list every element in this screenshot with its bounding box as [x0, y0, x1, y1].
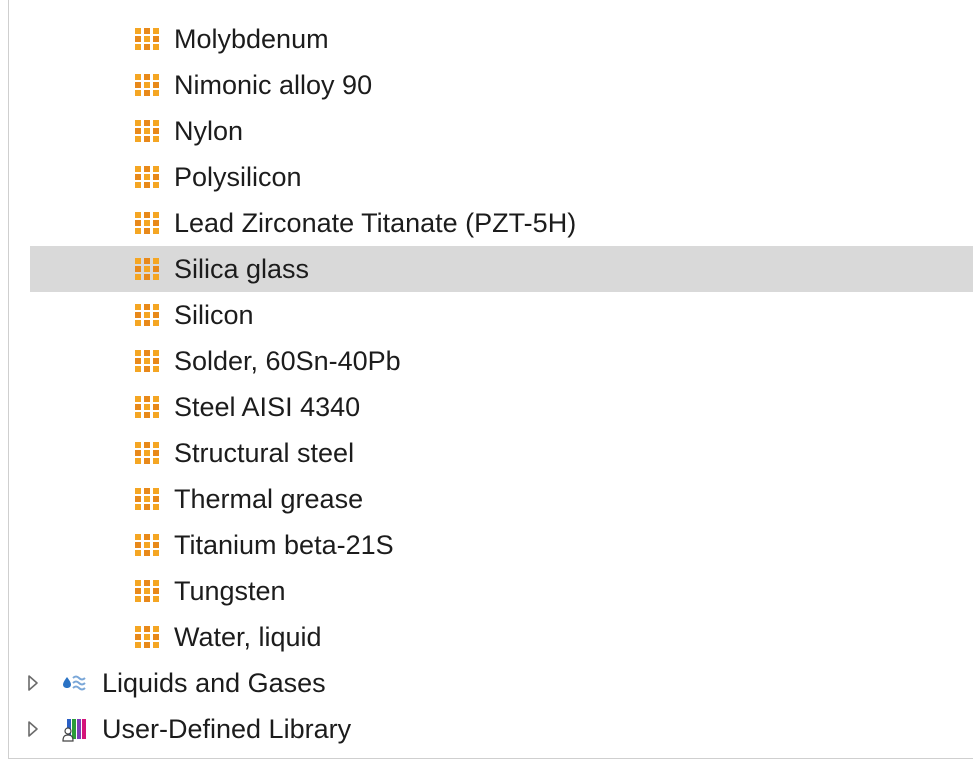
tree-item-molybdenum[interactable]: Molybdenum — [30, 16, 973, 62]
material-block-icon — [135, 488, 159, 510]
tree-item-label: Nimonic alloy 90 — [174, 70, 373, 100]
material-block-icon — [135, 626, 159, 648]
tree-item-thermal-grease[interactable]: Thermal grease — [30, 476, 973, 522]
tree-item-steel-aisi-4340[interactable]: Steel AISI 4340 — [30, 384, 973, 430]
tree-item-label: Molybdenum — [174, 24, 329, 54]
material-block-icon — [135, 534, 159, 556]
tree-item-solder-60sn-40pb[interactable]: Solder, 60Sn-40Pb — [30, 338, 973, 384]
tree-item-pzt-5h[interactable]: Lead Zirconate Titanate (PZT-5H) — [30, 200, 973, 246]
tree-item-label: Silicon — [174, 300, 254, 330]
panel-bottom-border — [8, 758, 973, 759]
user-library-icon — [62, 719, 86, 742]
tree-item-nimonic-alloy-90[interactable]: Nimonic alloy 90 — [30, 62, 973, 108]
tree-folder-user-defined-library[interactable]: User-Defined Library — [8, 706, 973, 752]
tree-item-titanium-beta-21s[interactable]: Titanium beta-21S — [30, 522, 973, 568]
tree-item-label: Structural steel — [174, 438, 355, 468]
material-block-icon — [135, 442, 159, 464]
tree-item-label: Silica glass — [174, 254, 310, 284]
tree-item-tungsten[interactable]: Tungsten — [30, 568, 973, 614]
tree-item-label: Tungsten — [174, 576, 286, 606]
tree-item-silicon[interactable]: Silicon — [30, 292, 973, 338]
material-block-icon — [135, 350, 159, 372]
material-block-icon — [135, 212, 159, 234]
tree-folder-liquids-and-gases[interactable]: Liquids and Gases — [8, 660, 973, 706]
expand-arrow-icon[interactable] — [26, 720, 40, 738]
tree-item-label: Water, liquid — [174, 622, 322, 652]
tree-item-polysilicon[interactable]: Polysilicon — [30, 154, 973, 200]
liquids-gases-icon — [63, 675, 86, 691]
tree-item-label: Lead Zirconate Titanate (PZT-5H) — [174, 208, 577, 238]
tree-item-label: Nylon — [174, 116, 244, 146]
tree-folder-label: Liquids and Gases — [102, 668, 326, 698]
material-block-icon — [135, 74, 159, 96]
tree-item-water-liquid[interactable]: Water, liquid — [30, 614, 973, 660]
tree-item-label: Polysilicon — [174, 162, 302, 192]
tree-item-structural-steel[interactable]: Structural steel — [30, 430, 973, 476]
tree-item-label: Solder, 60Sn-40Pb — [174, 346, 401, 376]
expand-arrow-icon[interactable] — [26, 674, 40, 692]
tree-item-silica-glass[interactable]: Silica glass — [30, 246, 973, 292]
material-tree: Molybdenum Nimonic alloy 90 Nylon Polysi… — [28, 16, 973, 752]
tree-item-nylon[interactable]: Nylon — [30, 108, 973, 154]
tree-item-label: Titanium beta-21S — [174, 530, 394, 560]
panel-left-border — [8, 0, 9, 758]
tree-folder-label: User-Defined Library — [102, 714, 352, 744]
material-block-icon — [135, 396, 159, 418]
material-block-icon — [135, 258, 159, 280]
material-block-icon — [135, 304, 159, 326]
material-block-icon — [135, 28, 159, 50]
material-library-tree-panel: Molybdenum Nimonic alloy 90 Nylon Polysi… — [0, 0, 973, 765]
tree-item-label: Thermal grease — [174, 484, 364, 514]
material-block-icon — [135, 166, 159, 188]
tree-item-label: Steel AISI 4340 — [174, 392, 361, 422]
material-block-icon — [135, 120, 159, 142]
material-block-icon — [135, 580, 159, 602]
